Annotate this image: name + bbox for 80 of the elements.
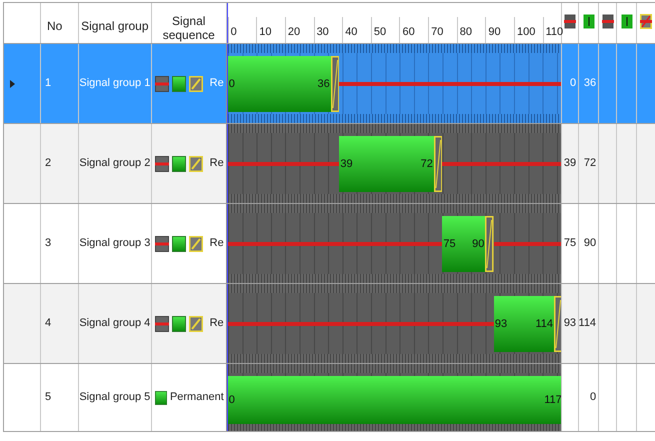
clearance-phase-marker [330,56,340,112]
clearance-phase-marker [485,216,494,272]
phase-start-label: 39 [340,156,353,172]
signal-group-name: Signal group 2 [79,156,150,172]
phase-end-label: 117 [544,392,562,408]
timeline-tick-label: 10 [259,24,272,40]
phase-start-label: 0 [228,76,235,92]
stop-signal-icon [602,14,614,29]
timeline-tick-label: 70 [431,24,444,40]
timeline-tick-label: 0 [230,24,237,40]
table-row[interactable]: 4 Signal group 4 Re 93 114 93 114 [3,284,655,364]
timeline-tick-label: 40 [345,24,358,40]
table-row[interactable]: 2 Signal group 2 Re 39 72 39 72 [3,124,655,204]
go-phase-bar[interactable]: 0 117 [228,376,562,424]
signal-group-name: Signal group 5 [79,390,150,406]
stop-signal-icon [154,156,169,172]
go-phase-bar[interactable]: 39 72 [339,136,434,192]
clearance-phase-marker [554,296,562,352]
sequence-label: Re [210,156,225,172]
stop-signal-icon [154,76,169,92]
row-number: 5 [44,390,52,406]
timeline-tick-label: 30 [316,24,329,40]
sequence-label: Permanent [170,390,225,406]
table-row[interactable]: 3 Signal group 3 Re 75 90 75 90 [3,204,655,284]
timeline-tick-label: 90 [488,24,501,40]
go-phase-bar[interactable]: 0 36 [228,56,331,112]
timeline-tick-label: 100 [516,24,536,40]
crossed-signal-icon [640,14,652,29]
phase-end-label: 114 [536,316,554,332]
clearance-phase-marker [434,136,442,192]
sequence-label: Re [210,236,225,252]
phase-start-label: 93 [494,316,508,332]
timeline-tick-label: 110 [546,24,564,40]
go-signal-icon [172,156,186,172]
clearance-signal-icon [188,76,203,92]
start-time-value: 93 [564,316,576,332]
start-time-value: 39 [564,156,576,172]
go-signal-icon [154,390,167,406]
clearance-signal-icon [188,236,203,252]
clearance-signal-icon [188,156,203,172]
start-time-value: 0 [570,76,576,92]
go-signal-icon [172,236,186,252]
column-header[interactable]: No [40,3,79,43]
signal-group-name: Signal group 1 [79,76,150,92]
timeline-tick-label: 50 [374,24,386,40]
phase-end-label: 36 [318,76,330,92]
current-row-icon [10,80,15,88]
go-signal-icon [172,316,186,332]
clearance-signal-icon [188,316,203,332]
timeline-tick-label: 80 [460,24,472,40]
stop-signal-icon [564,14,576,29]
go-phase-bar[interactable]: 93 114 [494,296,554,352]
timeline-tick-label: 20 [288,24,300,40]
sequence-label: Re [210,316,225,332]
stop-signal-icon [154,316,169,332]
timeline-tick-label: 60 [402,24,415,40]
phase-start-label: 0 [228,392,235,408]
phase-start-label: 75 [443,236,456,252]
end-time-value: 90 [584,236,596,252]
go-phase-bar[interactable]: 75 90 [442,216,486,272]
start-time-value: 75 [564,236,576,252]
end-time-value: 114 [578,316,596,332]
row-number: 2 [44,156,52,172]
sequence-label: Re [210,76,225,92]
stop-signal-icon [154,236,169,252]
go-signal-icon [172,76,186,92]
end-time-value: 72 [584,156,596,172]
row-number: 1 [44,76,52,92]
signal-group-name: Signal group 4 [79,316,150,332]
signal-group-name: Signal group 3 [79,236,150,252]
column-header[interactable]: Signal group [78,3,152,43]
row-number: 3 [44,236,52,252]
end-time-value: 0 [590,390,596,406]
table-row[interactable]: 5 Signal group 5 Permanent 0 117 0 [3,364,655,432]
row-number: 4 [44,316,52,332]
table-row[interactable]: 1 Signal group 1 Re 0 36 0 36 [3,44,655,124]
phase-end-label: 72 [420,156,433,172]
column-header[interactable]: Signal sequence [152,3,227,43]
phase-end-label: 90 [472,236,484,252]
end-time-value: 36 [584,76,596,92]
